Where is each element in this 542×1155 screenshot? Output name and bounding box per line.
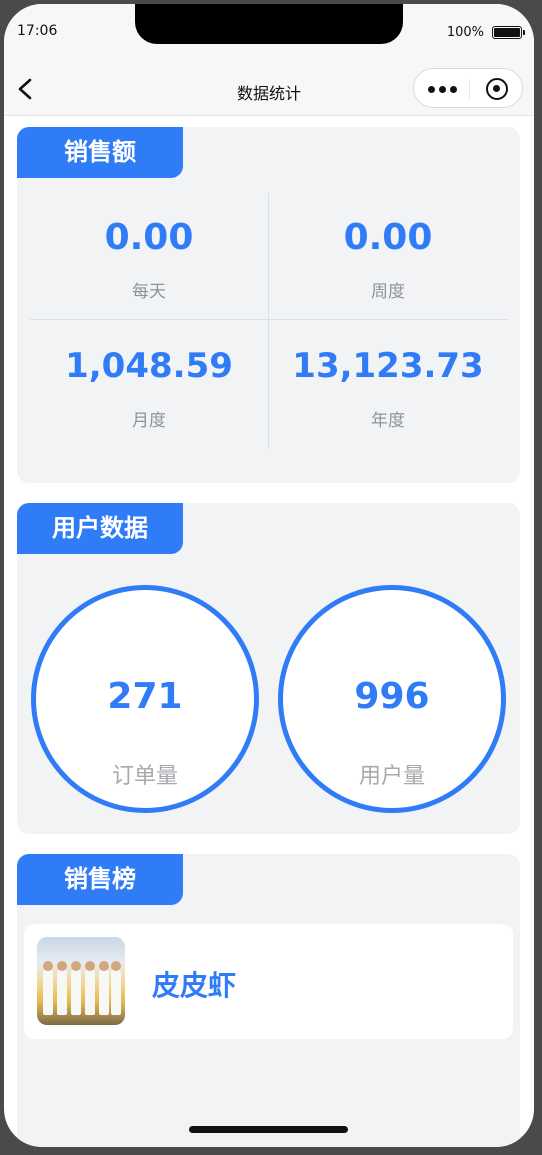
screen: 17:06 100% 数据统计 销售额 0.00 每天 0.00 周度 1,04… (4, 4, 534, 1147)
orders-value: 271 (107, 676, 183, 717)
capsule-divider (469, 79, 470, 99)
more-dots-icon[interactable] (428, 86, 458, 94)
list-item[interactable]: 皮皮虾 (24, 924, 513, 1039)
sales-monthly-value: 1,048.59 (65, 346, 233, 386)
orders-circle: 271 订单量 (31, 585, 259, 813)
ranking-card: 销售榜 皮皮虾 (17, 854, 520, 1147)
sales-yearly-label: 年度 (371, 411, 405, 431)
sales-tag: 销售额 (17, 127, 183, 178)
nav-bar: 数据统计 (4, 60, 534, 116)
sales-daily: 0.00 每天 (30, 193, 268, 319)
home-indicator[interactable] (189, 1126, 348, 1133)
sales-daily-value: 0.00 (104, 217, 194, 258)
user-data-tag: 用户数据 (17, 503, 183, 554)
product-thumbnail (37, 937, 125, 1025)
ranking-tag: 销售榜 (17, 854, 183, 905)
orders-label: 订单量 (111, 764, 178, 789)
sales-weekly: 0.00 周度 (269, 193, 507, 319)
product-name: 皮皮虾 (152, 969, 237, 1002)
close-target-icon[interactable] (486, 78, 508, 100)
sales-monthly: 1,048.59 月度 (30, 320, 268, 446)
sales-weekly-label: 周度 (371, 282, 405, 302)
users-label: 用户量 (358, 764, 425, 789)
sales-yearly-value: 13,123.73 (292, 346, 484, 386)
sales-weekly-value: 0.00 (343, 217, 433, 258)
users-value: 996 (354, 676, 430, 717)
battery-percent: 100% (446, 25, 484, 40)
phone-frame: 17:06 100% 数据统计 销售额 0.00 每天 0.00 周度 1,04… (0, 0, 542, 1155)
sales-daily-label: 每天 (132, 282, 166, 302)
camera-notch (135, 4, 403, 44)
users-circle: 996 用户量 (278, 585, 506, 813)
miniprogram-capsule (413, 68, 523, 108)
sales-yearly: 13,123.73 年度 (269, 320, 507, 446)
status-time: 17:06 (17, 23, 58, 39)
sales-card: 销售额 0.00 每天 0.00 周度 1,048.59 月度 13,123.7… (17, 127, 520, 483)
battery-icon (492, 26, 525, 39)
sales-grid: 0.00 每天 0.00 周度 1,048.59 月度 13,123.73 年度 (30, 193, 508, 449)
sales-monthly-label: 月度 (132, 411, 166, 431)
user-data-card: 用户数据 271 订单量 996 用户量 (17, 503, 520, 834)
